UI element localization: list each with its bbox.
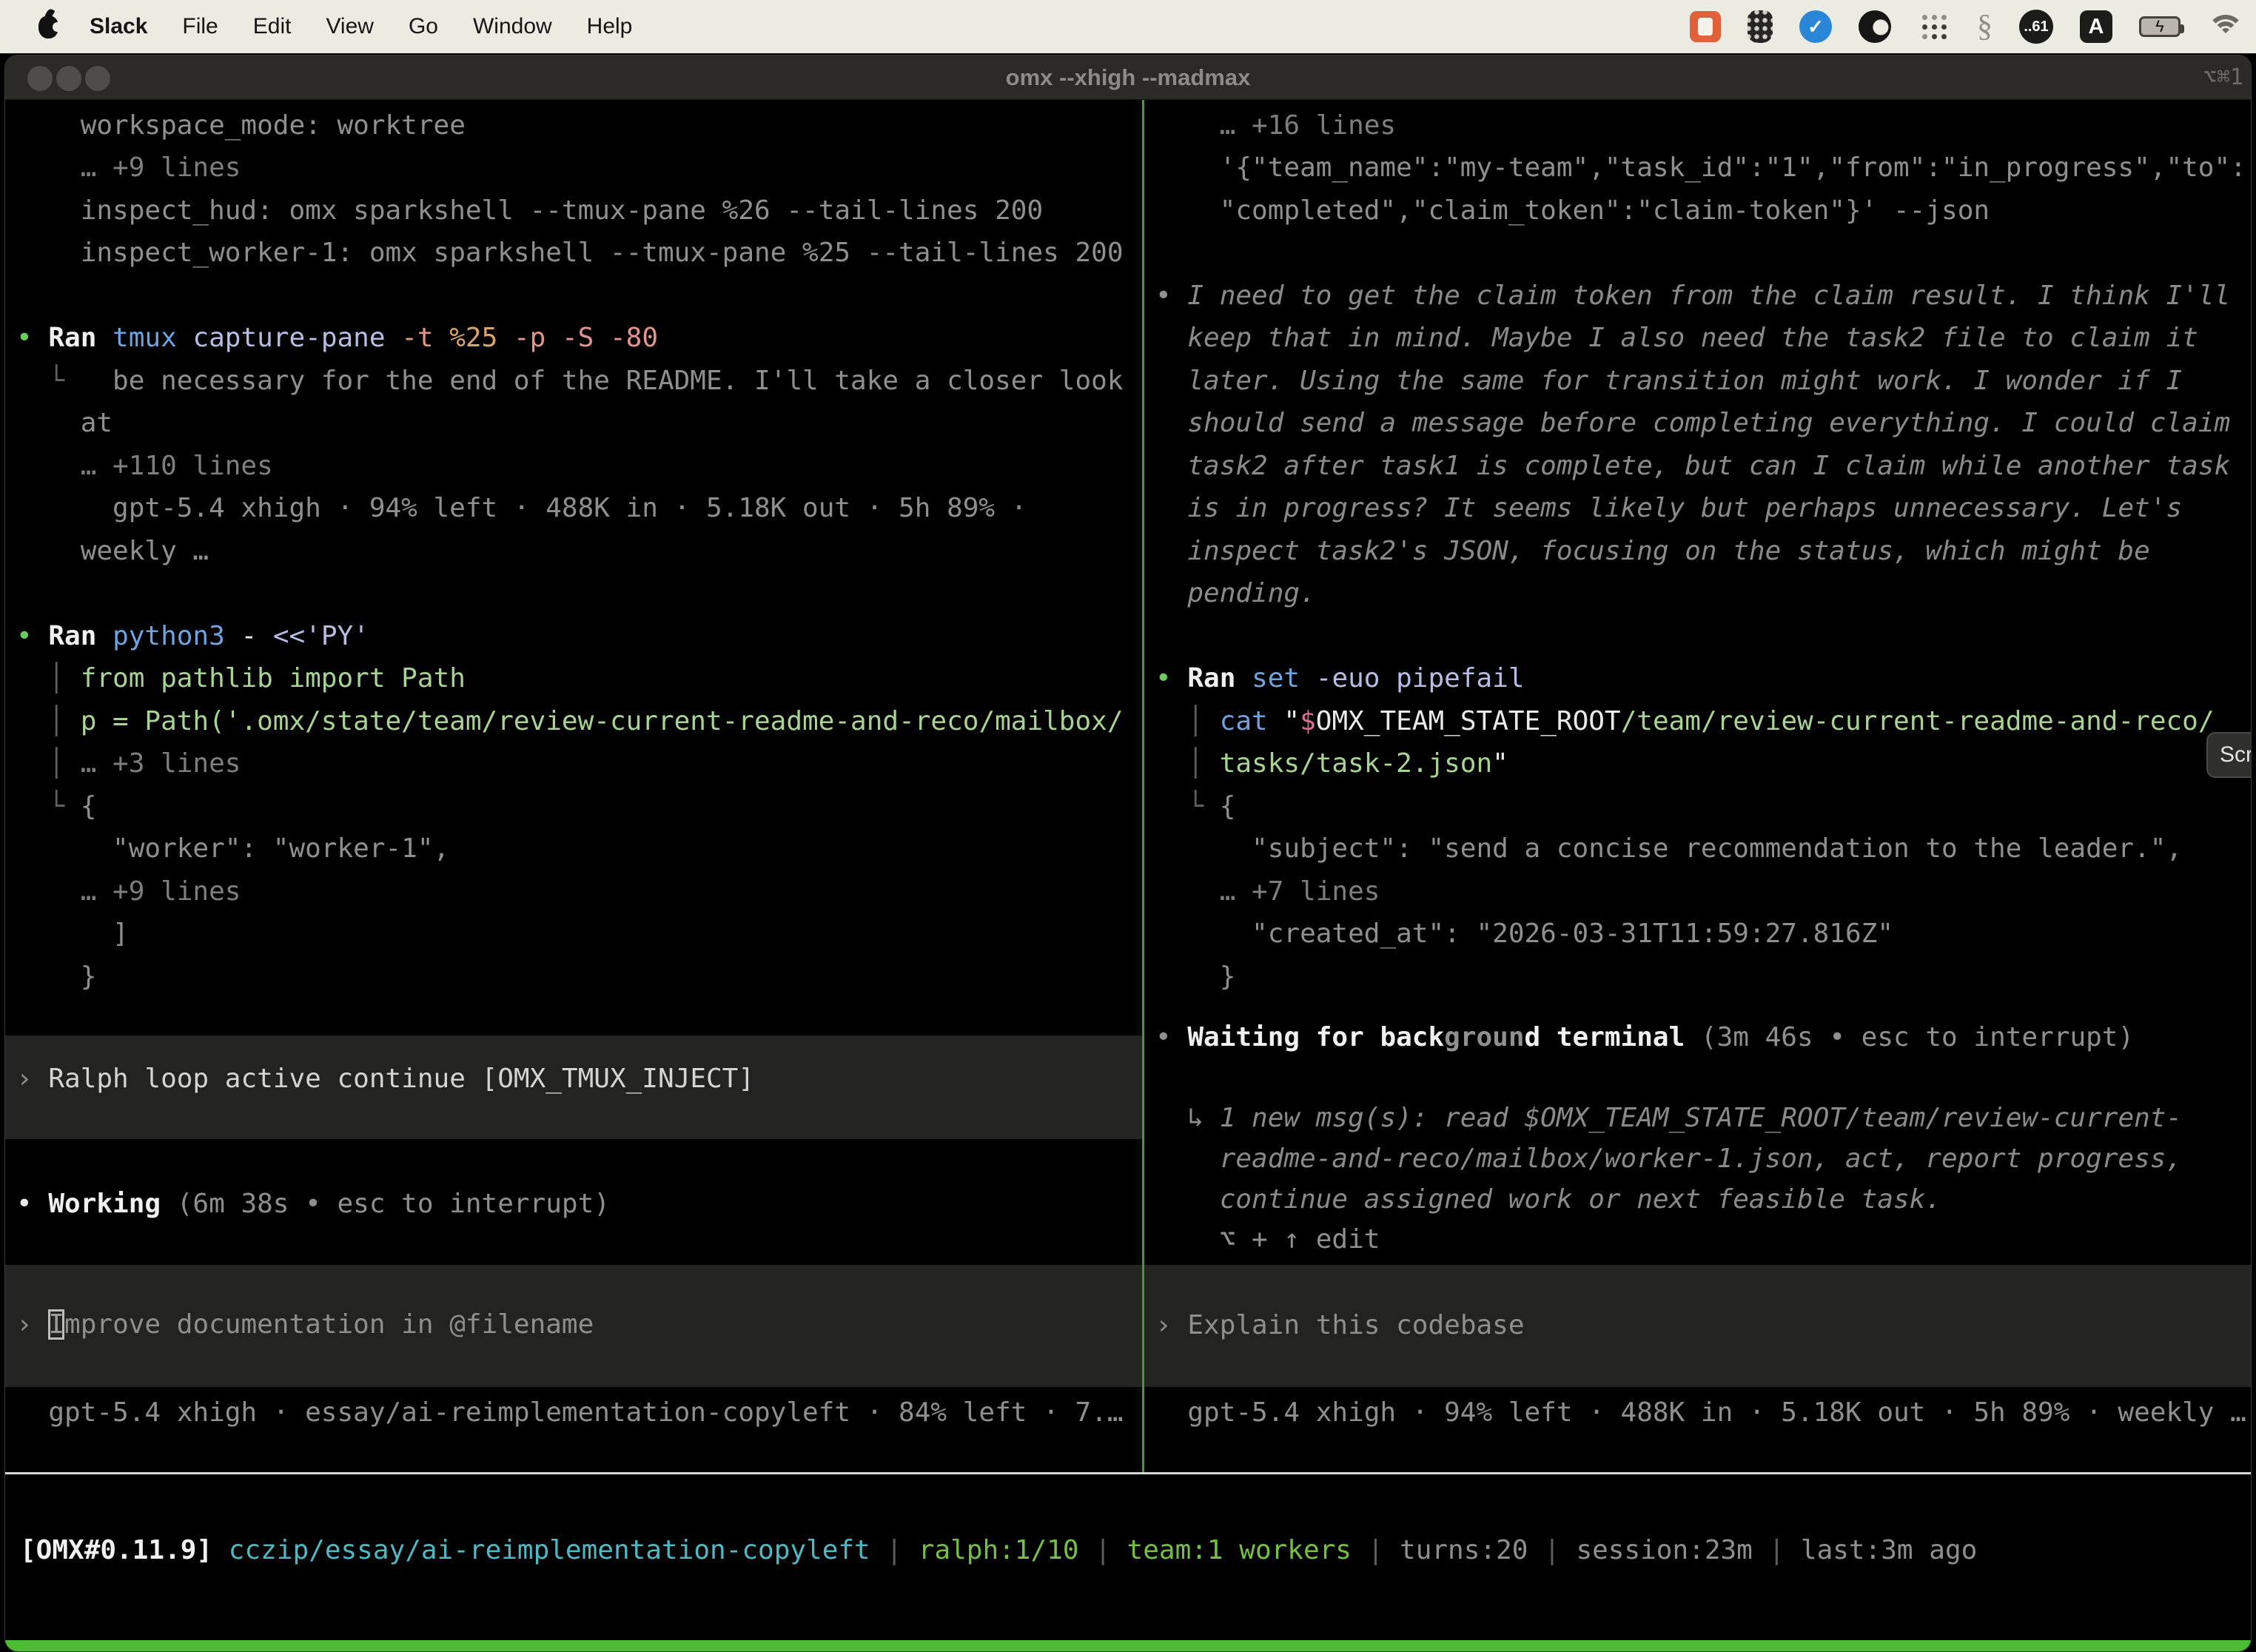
terminal-line: "completed","claim_token":"claim-token"}… bbox=[1155, 189, 2251, 232]
screen-tooltip: Scre bbox=[2206, 732, 2252, 778]
omx-status-pane: [OMX#0.11.9] cczip/essay/ai-reimplementa… bbox=[5, 1519, 2251, 1652]
terminal-line: › Ralph loop active continue [OMX_TMUX_I… bbox=[16, 1058, 1142, 1101]
terminal-line: • Ran set -euo pipefail bbox=[1155, 657, 2251, 700]
terminal-line: readme-and-reco/mailbox/worker-1.json, a… bbox=[1155, 1138, 2251, 1181]
terminal-line: • Waiting for background terminal (3m 46… bbox=[1155, 1016, 2251, 1059]
check-badge-icon[interactable]: ✓ bbox=[1799, 10, 1832, 43]
terminal-line: › Improve documentation in @filename bbox=[16, 1303, 1142, 1346]
terminal-line: … +7 lines bbox=[1155, 870, 2251, 913]
squiggle-icon[interactable]: § bbox=[1977, 9, 1993, 44]
menu-status-icons: ✓ § ..61 A ϟ bbox=[1690, 0, 2244, 53]
terminal-line: ] bbox=[16, 913, 1142, 956]
menu-item-file[interactable]: File bbox=[182, 14, 218, 38]
tmux-host-clock: "MacBook-Pro-44.local" 05:03 31-Mar-26 bbox=[1636, 1640, 2246, 1652]
terminal-line: } bbox=[16, 956, 1142, 998]
letter-a-icon[interactable]: A bbox=[2080, 10, 2112, 43]
terminal-line: '{"team_name":"my-team","task_id":"1","f… bbox=[1155, 147, 2251, 189]
terminal-window: omx --xhigh --madmax ⌥⌘1 workspace_mode:… bbox=[4, 55, 2252, 1652]
tmux-pane-right[interactable]: … +16 lines '{"team_name":"my-team","tas… bbox=[1144, 100, 2251, 1472]
menu-items: Slack File Edit View Go Window Help bbox=[90, 14, 667, 39]
terminal-line: └ be necessary for the end of the README… bbox=[16, 360, 1142, 403]
shield-icon[interactable] bbox=[1748, 10, 1773, 43]
terminal-line: inspect task2's JSON, focusing on the st… bbox=[1155, 530, 2251, 573]
terminal-line: } bbox=[1155, 956, 2251, 998]
chat-icon[interactable] bbox=[1690, 11, 1721, 42]
menu-item-edit[interactable]: Edit bbox=[253, 14, 292, 38]
window-shortcut-hint: ⌥⌘1 bbox=[2203, 56, 2243, 100]
terminal-line: task2 after task1 is complete, but can I… bbox=[1155, 445, 2251, 488]
terminal-line: pending. bbox=[1155, 572, 2251, 615]
apple-icon[interactable] bbox=[38, 16, 58, 38]
terminal-line: gpt-5.4 xhigh · essay/ai-reimplementatio… bbox=[16, 1391, 1142, 1434]
menu-item-help[interactable]: Help bbox=[587, 14, 633, 38]
terminal-line: ↳ 1 new msg(s): read $OMX_TEAM_STATE_ROO… bbox=[1155, 1097, 2251, 1140]
terminal-line: │ … +3 lines bbox=[16, 742, 1142, 785]
terminal-line: is in progress? It seems likely but perh… bbox=[1155, 487, 2251, 530]
terminal-line: at bbox=[16, 402, 1142, 445]
terminal-line: … +9 lines bbox=[16, 147, 1142, 189]
terminal-line: • Ran tmux capture-pane -t %25 -p -S -80 bbox=[16, 317, 1142, 360]
terminal-line: • Ran python3 - <<'PY' bbox=[16, 615, 1142, 658]
terminal-line: inspect_hud: omx sparkshell --tmux-pane … bbox=[16, 189, 1142, 232]
terminal-line: later. Using the same for transition mig… bbox=[1155, 360, 2251, 403]
terminal-line: weekly … bbox=[16, 530, 1142, 573]
terminal-line: "worker": "worker-1", bbox=[16, 827, 1142, 870]
terminal-line: should send a message before completing … bbox=[1155, 402, 2251, 445]
wifi-icon[interactable] bbox=[2207, 12, 2244, 41]
window-title: omx --xhigh --madmax bbox=[5, 56, 2251, 100]
terminal-line: … +16 lines bbox=[1155, 104, 2251, 147]
terminal-line: │ cat "$OMX_TEAM_STATE_ROOT/team/review-… bbox=[1155, 700, 2251, 743]
pane-divider-horizontal[interactable] bbox=[5, 1472, 2251, 1474]
menu-bar: Slack File Edit View Go Window Help ✓ § ..61 A… bbox=[0, 0, 2256, 53]
window-titlebar[interactable]: omx --xhigh --madmax ⌥⌘1 bbox=[5, 56, 2251, 100]
tmux-session-label: [omx-cczip0:bash* bbox=[14, 1640, 286, 1652]
terminal-line: └ { bbox=[16, 785, 1142, 828]
battery-charging-icon[interactable]: ϟ bbox=[2139, 16, 2181, 37]
menu-item-view[interactable]: View bbox=[326, 14, 373, 38]
terminal-line: • I need to get the claim token from the… bbox=[1155, 275, 2251, 318]
terminal-line: … +110 lines bbox=[16, 445, 1142, 488]
tmux-status-bar: [omx-cczip0:bash* "MacBook-Pro-44.local"… bbox=[5, 1640, 2251, 1652]
omx-status-line: [OMX#0.11.9] cczip/essay/ai-reimplementa… bbox=[20, 1529, 1977, 1572]
pie-icon[interactable] bbox=[1859, 10, 1891, 43]
menu-item-go[interactable]: Go bbox=[409, 14, 438, 38]
terminal-line: … +9 lines bbox=[16, 870, 1142, 913]
terminal-line: ⌥ + ↑ edit bbox=[1155, 1218, 2251, 1261]
terminal-line: "subject": "send a concise recommendatio… bbox=[1155, 827, 2251, 870]
terminal-line: continue assigned work or next feasible … bbox=[1155, 1178, 2251, 1221]
menu-item-window[interactable]: Window bbox=[473, 14, 552, 38]
terminal-line: "created_at": "2026-03-31T11:59:27.816Z" bbox=[1155, 913, 2251, 956]
terminal-line: › Explain this codebase bbox=[1155, 1304, 2251, 1347]
terminal-line: gpt-5.4 xhigh · 94% left · 488K in · 5.1… bbox=[1155, 1391, 2251, 1434]
menu-item-slack[interactable]: Slack bbox=[90, 14, 147, 38]
tmux-pane-left[interactable]: workspace_mode: worktree … +9 lines insp… bbox=[5, 100, 1142, 1472]
terminal-line: │ from pathlib import Path bbox=[16, 657, 1142, 700]
dots-grid-icon[interactable] bbox=[1918, 10, 1950, 43]
terminal-line: gpt-5.4 xhigh · 94% left · 488K in · 5.1… bbox=[16, 487, 1142, 530]
badge-61-icon[interactable]: ..61 bbox=[2019, 10, 2053, 44]
terminal-line: • Working (6m 38s • esc to interrupt) bbox=[16, 1183, 1142, 1226]
terminal-line: └ { bbox=[1155, 785, 2251, 828]
terminal-line: workspace_mode: worktree bbox=[16, 104, 1142, 147]
terminal-line: keep that in mind. Maybe I also need the… bbox=[1155, 317, 2251, 360]
terminal-content: workspace_mode: worktree … +9 lines insp… bbox=[5, 100, 2251, 1651]
terminal-line: │ p = Path('.omx/state/team/review-curre… bbox=[16, 700, 1142, 743]
terminal-line: │ tasks/task-2.json" bbox=[1155, 742, 2251, 785]
terminal-line: inspect_worker-1: omx sparkshell --tmux-… bbox=[16, 232, 1142, 275]
